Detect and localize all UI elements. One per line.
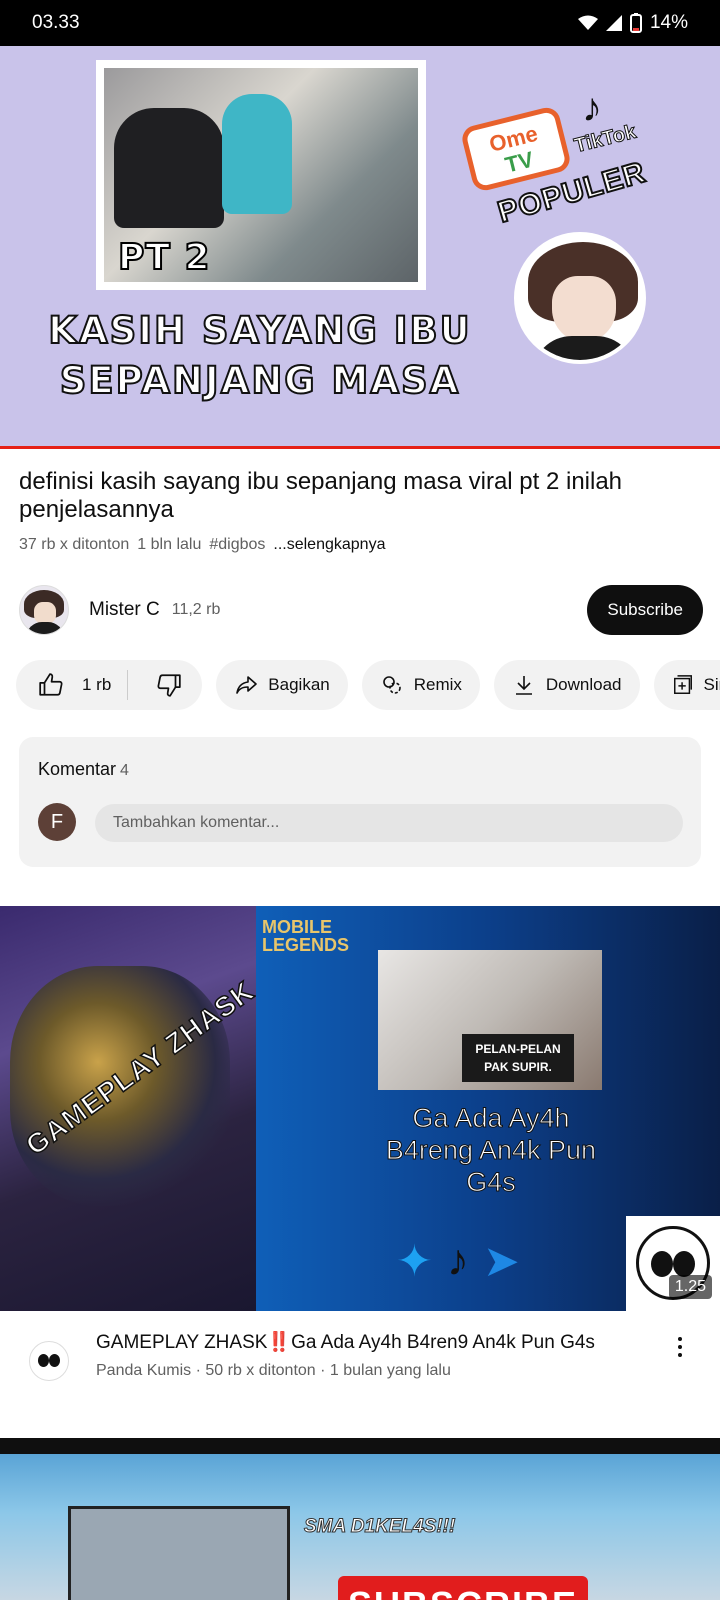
social-icons: ✦ ♪ ➤ <box>396 1236 520 1287</box>
status-time: 03.33 <box>32 12 80 33</box>
status-bar: 03.33 14% <box>0 0 720 46</box>
caption-line-1: KASIH SAYANG IBU <box>47 308 472 353</box>
thumbnail-text: SMA D1KEL4S!!! <box>303 1516 456 1538</box>
channel-avatar[interactable] <box>29 1341 69 1381</box>
video-player[interactable]: PT 2 KASIH SAYANG IBU SEPANJANG MASA Ome… <box>0 46 720 446</box>
tiktok-icon: ♪ <box>446 1236 469 1285</box>
twitter-icon: ✦ <box>396 1237 433 1286</box>
share-button[interactable]: Bagikan <box>216 660 348 710</box>
thumbs-up-icon <box>39 673 63 696</box>
battery-percent: 14% <box>649 12 688 33</box>
action-bar: 1 rb Bagikan Remix Download Sim <box>16 660 720 710</box>
video-title: definisi kasih sayang ibu sepanjang masa… <box>19 468 623 523</box>
comment-input[interactable] <box>95 804 683 842</box>
comments-title: Komentar <box>38 759 117 779</box>
subscribe-art: SUBSCRIBE <box>338 1576 588 1600</box>
part-label: PT 2 <box>117 236 211 279</box>
thumbnail-caption: KASIH SAYANG IBU SEPANJANG MASA <box>40 306 480 406</box>
wifi-icon <box>577 15 598 30</box>
subscribe-button[interactable]: Subscribe <box>587 585 703 635</box>
comments-heading: Komentar 4 <box>38 759 129 780</box>
remix-icon <box>382 676 401 694</box>
channel-row: Mister C 11,2 rb Subscribe <box>19 582 703 638</box>
dislike-button[interactable] <box>138 672 202 698</box>
next-video-title[interactable]: GAMEPLAY ZHASK‼️Ga Ada Ay4h B4ren9 An4k … <box>96 1331 656 1355</box>
status-icons: 14% <box>577 12 688 34</box>
subscriber-count: 11,2 rb <box>171 601 221 618</box>
hashtag-link[interactable]: #digbos <box>209 536 265 554</box>
next-video-meta: Panda Kumis · 50 rb x ditonton · 1 bulan… <box>96 1362 451 1379</box>
show-more-link[interactable]: ...selengkapnya <box>273 536 385 554</box>
comments-count: 4 <box>120 762 129 779</box>
like-dislike-chip: 1 rb <box>16 660 203 710</box>
remix-button[interactable]: Remix <box>361 660 480 710</box>
duration-badge: 1.25 <box>668 1275 712 1299</box>
channel-name[interactable]: Mister C <box>89 599 160 621</box>
download-button[interactable]: Download <box>493 660 640 710</box>
view-count: 37 rb x ditonton <box>19 536 130 553</box>
like-count: 1 rb <box>82 675 112 694</box>
video-meta[interactable]: 37 rb x ditonton 1 bln lalu #digbos ...s… <box>19 536 385 554</box>
signal-icon <box>605 15 622 31</box>
remix-label: Remix <box>413 675 462 694</box>
channel-avatar[interactable] <box>19 585 69 635</box>
download-icon <box>515 676 532 695</box>
more-options-icon[interactable] <box>668 1333 692 1361</box>
third-video-thumbnail[interactable]: SMA D1KEL4S!!! SUBSCRIBE <box>0 1454 720 1600</box>
thumbnail-photo: PT 2 <box>96 60 426 290</box>
thumbs-down-icon <box>157 674 181 697</box>
comments-card[interactable]: Komentar 4 F <box>19 737 701 867</box>
upload-age: 1 bln lalu <box>137 536 202 553</box>
fire-icon: ➤ <box>482 1237 520 1286</box>
caption-line-2: SEPANJANG MASA <box>59 358 461 403</box>
tiktok-icon: ♪ <box>582 86 602 130</box>
thumbnail-inset-photo <box>68 1506 290 1600</box>
anime-avatar-art <box>514 232 646 364</box>
share-label: Bagikan <box>268 675 330 694</box>
save-playlist-icon <box>673 675 692 694</box>
progress-bar[interactable] <box>0 446 720 449</box>
next-video-info[interactable]: GAMEPLAY ZHASK‼️Ga Ada Ay4h B4ren9 An4k … <box>0 1311 720 1411</box>
like-button[interactable]: 1 rb <box>38 670 129 700</box>
inset-photo-label: PELAN-PELAN PAK SUPIR. <box>462 1034 574 1082</box>
thumbnail-inset-photo: PELAN-PELAN PAK SUPIR. <box>378 950 602 1090</box>
save-label: Sim <box>703 675 720 694</box>
thumbnail-hero-art: GAMEPLAY ZHASK <box>0 906 261 1311</box>
download-label: Download <box>545 675 622 694</box>
section-divider <box>0 1438 720 1454</box>
share-icon <box>236 676 258 694</box>
next-video-thumbnail[interactable]: GAMEPLAY ZHASK MOBILE LEGENDS PELAN-PELA… <box>0 906 720 1311</box>
save-button[interactable]: Sim <box>653 660 720 710</box>
thumbnail-caption: Ga Ada Ay4h B4reng An4k Pun G4s <box>385 1103 597 1198</box>
user-avatar: F <box>38 803 76 841</box>
battery-icon <box>629 13 642 33</box>
mobile-legends-logo: MOBILE LEGENDS <box>262 917 350 955</box>
